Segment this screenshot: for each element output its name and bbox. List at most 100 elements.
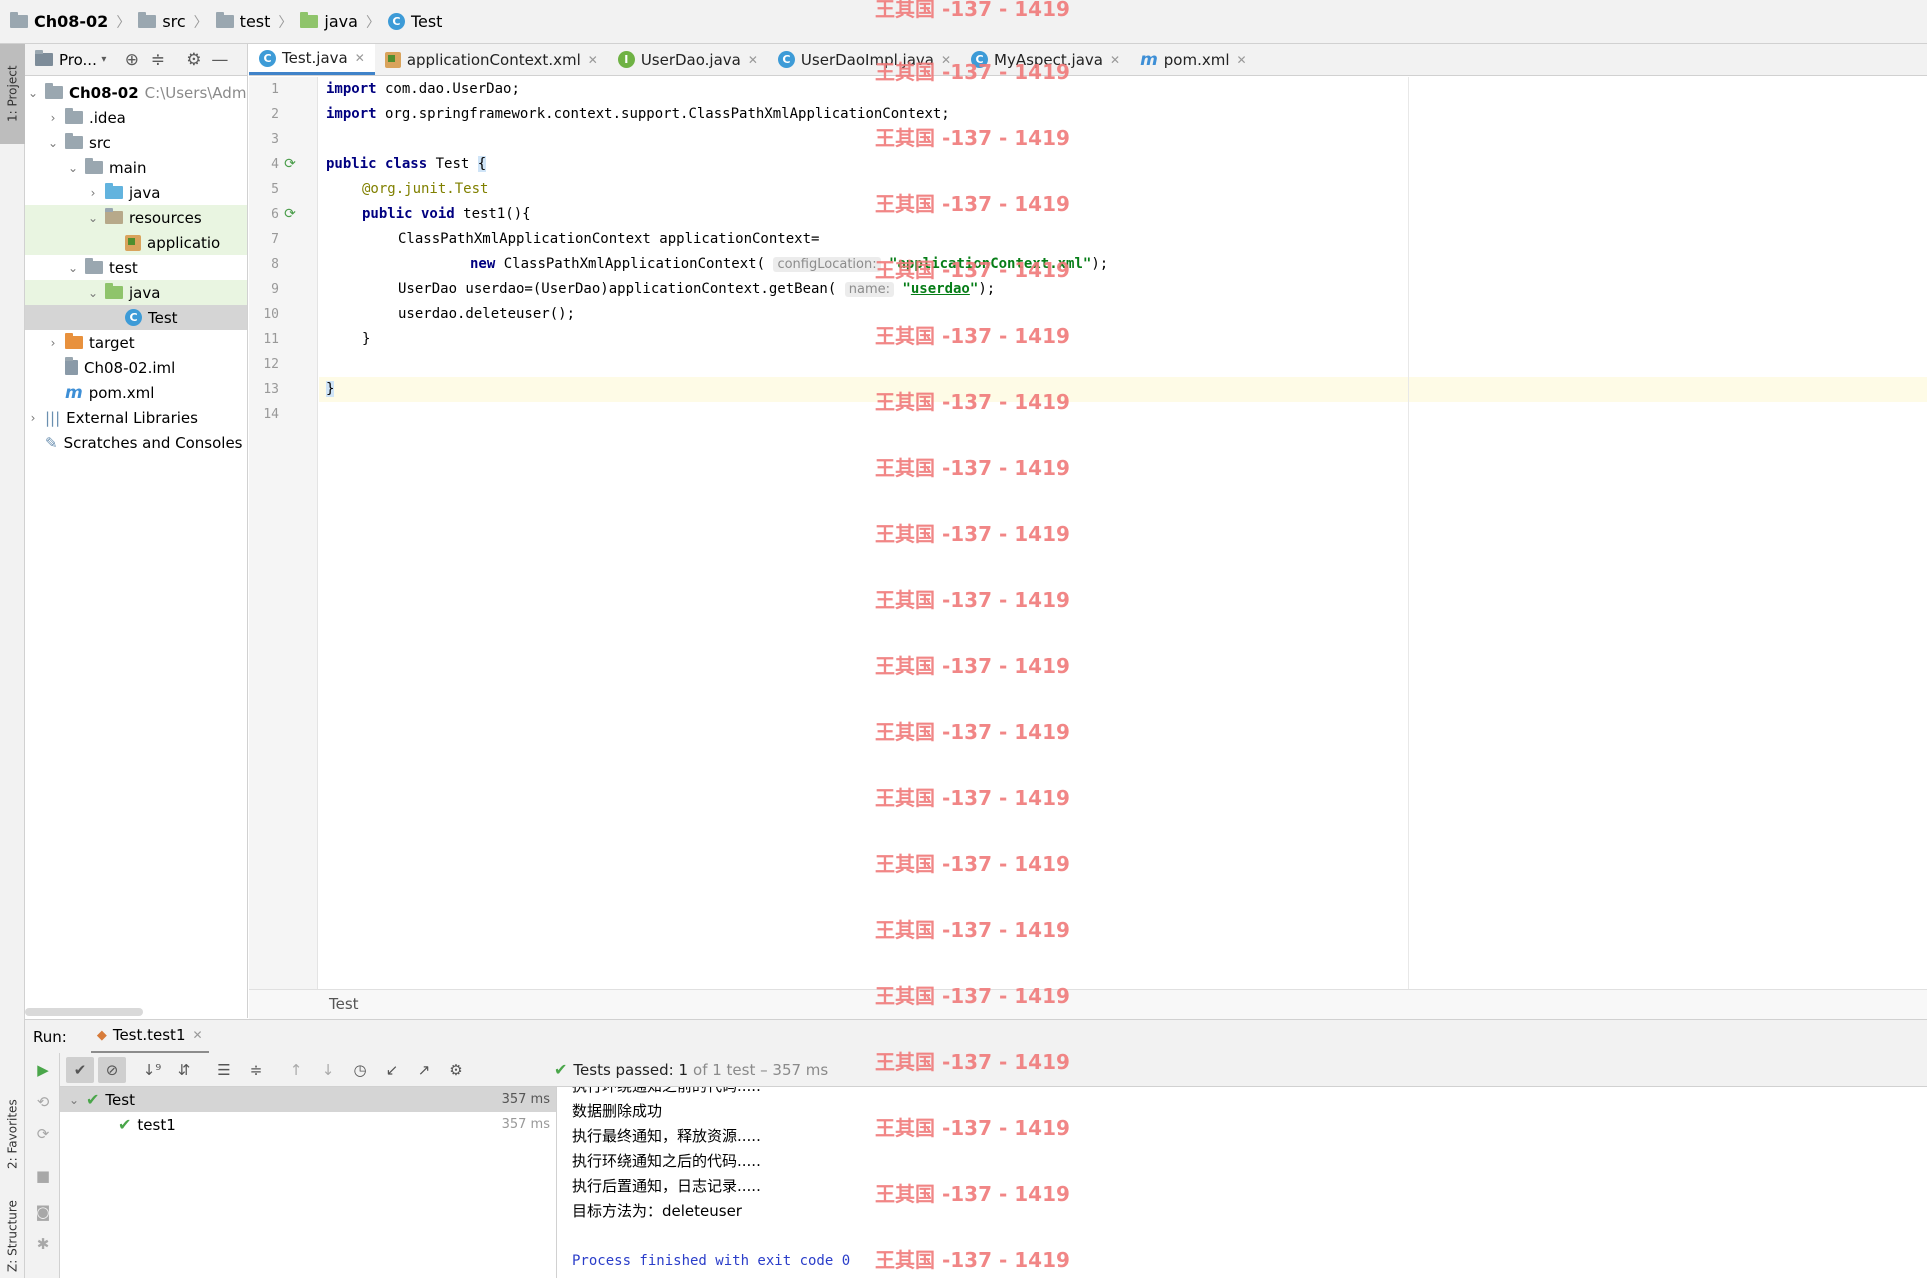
tree-item-src[interactable]: ⌄ src xyxy=(25,130,247,155)
folder-icon xyxy=(65,108,83,124)
close-icon[interactable]: ✕ xyxy=(1110,53,1120,67)
breadcrumb-item-java[interactable]: java 〉 xyxy=(300,0,380,44)
line-number: 3 xyxy=(271,132,279,147)
gear-icon[interactable]: ⚙ xyxy=(442,1057,470,1083)
sort-alpha-icon[interactable]: ↓⁹ xyxy=(138,1057,166,1083)
chevron-down-icon[interactable]: ⌄ xyxy=(45,136,61,150)
class-icon: C xyxy=(125,309,142,326)
project-tool-tab[interactable]: 1: Project xyxy=(0,44,25,144)
test-results-tree: ⌄ ✔ Test 357 ms ✔ test1 357 ms xyxy=(60,1087,557,1278)
watermark: 王其国 -137 - 1419 xyxy=(875,654,1070,678)
iml-file-icon xyxy=(65,357,78,375)
tree-item-pom[interactable]: m pom.xml xyxy=(25,380,247,405)
dropdown-arrow-icon[interactable]: ▾ xyxy=(97,47,111,73)
code-editor[interactable]: import com.dao.UserDao; import org.sprin… xyxy=(319,77,1927,989)
breadcrumb-item-src[interactable]: src 〉 xyxy=(138,0,208,44)
rerun-failed-icon[interactable]: ⟲ xyxy=(32,1091,54,1113)
tree-item-main[interactable]: ⌄ main xyxy=(25,155,247,180)
xml-file-icon xyxy=(384,51,401,68)
watermark: 王其国 -137 - 1419 xyxy=(875,456,1070,480)
breadcrumb-item-test[interactable]: test 〉 xyxy=(215,0,292,44)
close-icon[interactable]: ✕ xyxy=(192,1028,202,1042)
tree-item-project-root[interactable]: ⌄ Ch08-02 C:\Users\Adm xyxy=(25,80,247,105)
favorites-tool-tab[interactable]: 2: Favorites xyxy=(0,1074,25,1194)
chevron-down-icon[interactable]: ⌄ xyxy=(85,211,101,225)
chevron-right-icon[interactable]: › xyxy=(25,411,41,425)
module-folder-icon xyxy=(10,12,28,28)
tree-item-scratches[interactable]: ✎ Scratches and Consoles xyxy=(25,430,247,455)
line-number: 9 xyxy=(271,282,279,297)
tree-item-resources[interactable]: ⌄ resources xyxy=(25,205,247,230)
stop-icon[interactable]: ■ xyxy=(32,1165,54,1187)
run-test-icon[interactable]: ⟳ xyxy=(282,206,298,222)
settings-icon[interactable]: ✱ xyxy=(32,1233,54,1255)
test-row[interactable]: ✔ test1 357 ms xyxy=(60,1112,556,1137)
show-ignored-icon[interactable]: ⊘ xyxy=(98,1056,126,1083)
collapse-all-icon[interactable]: ≑ xyxy=(242,1057,270,1083)
line-number: 6 xyxy=(271,207,279,222)
chevron-down-icon[interactable]: ⌄ xyxy=(66,1093,82,1107)
hide-icon[interactable]: — xyxy=(207,47,233,73)
test-row[interactable]: ⌄ ✔ Test 357 ms xyxy=(60,1087,556,1112)
tree-item-target[interactable]: › target xyxy=(25,330,247,355)
tree-item-applicationcontext[interactable]: applicatio xyxy=(25,230,247,255)
console-output[interactable]: 执行环绕通知之前的代码..... 数据删除成功 执行最终通知，释放资源.....… xyxy=(557,1087,1927,1278)
line-number: 4 xyxy=(271,157,279,172)
history-icon[interactable]: ◷ xyxy=(346,1057,374,1083)
watermark: 王其国 -137 - 1419 xyxy=(875,390,1070,414)
chevron-right-icon[interactable]: › xyxy=(45,111,61,125)
export-tests-icon[interactable]: ↗ xyxy=(410,1057,438,1083)
tab-applicationcontext-xml[interactable]: applicationContext.xml ✕ xyxy=(375,44,608,75)
camera-icon[interactable]: ◙ xyxy=(32,1201,54,1223)
previous-icon[interactable]: ↑ xyxy=(282,1057,310,1083)
right-margin-guide xyxy=(1408,77,1409,989)
project-view-selector[interactable]: Pro... xyxy=(59,51,97,69)
tab-userdao-java[interactable]: I UserDao.java ✕ xyxy=(608,44,768,75)
chevron-right-icon[interactable]: › xyxy=(45,336,61,350)
run-config-tab[interactable]: ◆ Test.test1 ✕ xyxy=(90,1020,209,1054)
tree-item-test[interactable]: ⌄ test xyxy=(25,255,247,280)
maven-icon: m xyxy=(65,382,83,403)
chevron-right-icon[interactable]: › xyxy=(85,186,101,200)
chevron-down-icon[interactable]: ⌄ xyxy=(25,86,41,100)
structure-tool-tab[interactable]: Z: Structure xyxy=(0,1194,25,1278)
tree-item-test-class[interactable]: C Test xyxy=(25,305,247,330)
console-line: Process finished with exit code 0 xyxy=(572,1253,851,1269)
horizontal-scrollbar[interactable] xyxy=(25,1008,143,1016)
next-icon[interactable]: ↓ xyxy=(314,1057,342,1083)
editor-gutter[interactable]: 1 2 3 4 5 6 7 8 9 10 11 12 13 14 ⟳ ⟳ xyxy=(249,77,318,989)
tree-item-external-libraries[interactable]: › ||| External Libraries xyxy=(25,405,247,430)
tab-test-java[interactable]: C Test.java ✕ xyxy=(249,44,375,75)
tab-pom-xml[interactable]: m pom.xml ✕ xyxy=(1130,44,1257,75)
breadcrumb-item-class[interactable]: C Test xyxy=(387,0,442,44)
tree-item-iml[interactable]: Ch08-02.iml xyxy=(25,355,247,380)
line-number: 10 xyxy=(263,307,279,322)
code-line: public void test1(){ xyxy=(362,206,531,222)
import-tests-icon[interactable]: ↙ xyxy=(378,1057,406,1083)
locate-icon[interactable]: ⊕ xyxy=(119,47,145,73)
collapse-all-icon[interactable]: ≑ xyxy=(145,47,171,73)
show-passed-icon[interactable]: ✔ xyxy=(66,1056,94,1083)
chevron-down-icon[interactable]: ⌄ xyxy=(65,161,81,175)
code-line: import org.springframework.context.suppo… xyxy=(326,106,950,122)
close-icon[interactable]: ✕ xyxy=(748,53,758,67)
breadcrumb-item-project[interactable]: Ch08-02 〉 xyxy=(10,0,130,44)
chevron-down-icon[interactable]: ⌄ xyxy=(65,261,81,275)
gear-icon[interactable]: ⚙ xyxy=(181,47,207,73)
tree-item-test-java[interactable]: ⌄ java xyxy=(25,280,247,305)
chevron-down-icon[interactable]: ⌄ xyxy=(85,286,101,300)
run-icon[interactable]: ▶ xyxy=(32,1059,54,1081)
close-icon[interactable]: ✕ xyxy=(588,53,598,67)
code-line: } xyxy=(326,381,335,397)
tree-item-idea[interactable]: › .idea xyxy=(25,105,247,130)
editor-breadcrumb[interactable]: Test xyxy=(249,989,1927,1019)
line-number: 14 xyxy=(263,407,279,422)
toggle-auto-test-icon[interactable]: ⟳ xyxy=(32,1123,54,1145)
run-test-icon[interactable]: ⟳ xyxy=(282,156,298,172)
tree-item-main-java[interactable]: › java xyxy=(25,180,247,205)
close-icon[interactable]: ✕ xyxy=(1237,53,1247,67)
close-icon[interactable]: ✕ xyxy=(355,51,365,65)
code-line: import com.dao.UserDao; xyxy=(326,81,520,97)
sort-duration-icon[interactable]: ⇵ xyxy=(170,1057,198,1083)
expand-all-icon[interactable]: ☰ xyxy=(210,1057,238,1083)
